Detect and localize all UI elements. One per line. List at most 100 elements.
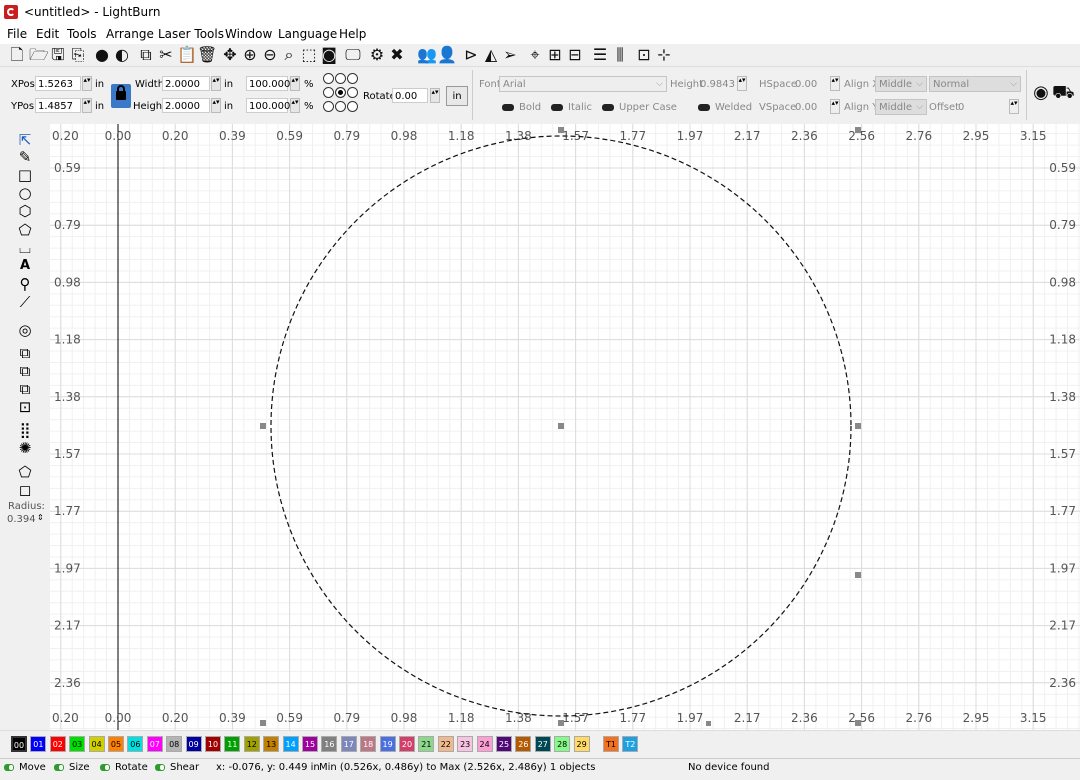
- layer-swatch-16[interactable]: 16: [321, 736, 338, 752]
- boolean-subtract-icon[interactable]: ⧉: [14, 362, 36, 380]
- layer-swatch-11[interactable]: 11: [224, 736, 241, 752]
- select-icon[interactable]: ⇱: [14, 131, 36, 149]
- anchor-top-right[interactable]: [347, 73, 358, 84]
- layer-swatch-t1[interactable]: T1: [603, 736, 619, 752]
- node-edit-icon[interactable]: ⬠: [14, 463, 36, 481]
- menu-file[interactable]: File: [7, 27, 27, 41]
- bold-toggle[interactable]: [502, 104, 514, 111]
- layer-swatch-06[interactable]: 06: [127, 736, 144, 752]
- flip-icon[interactable]: ◭: [482, 46, 500, 64]
- layer-swatch-01[interactable]: 01: [30, 736, 47, 752]
- settings-icon[interactable]: ⚙: [368, 46, 386, 64]
- delete-icon[interactable]: 🗑: [197, 46, 217, 64]
- mirror-icon[interactable]: ⊳: [462, 46, 480, 64]
- layer-swatch-10[interactable]: 10: [205, 736, 221, 752]
- radius-spinner[interactable]: ⇕: [37, 513, 44, 522]
- layer-swatch-14[interactable]: 14: [282, 736, 299, 752]
- radius-value[interactable]: 0.394: [7, 514, 36, 525]
- vspace-spinner[interactable]: ▴▾: [830, 99, 840, 114]
- menu-help[interactable]: Help: [339, 27, 366, 41]
- text-icon[interactable]: A: [14, 257, 36, 275]
- layer-swatch-13[interactable]: 13: [263, 736, 280, 752]
- anchor-bottom-left[interactable]: [323, 101, 334, 112]
- anchor-top-center[interactable]: [335, 73, 346, 84]
- menu-tools[interactable]: Tools: [67, 27, 97, 41]
- layer-swatch-t2[interactable]: T2: [622, 736, 639, 752]
- monitor-icon[interactable]: 🖵: [344, 46, 362, 64]
- width-input[interactable]: 2.0000: [162, 76, 210, 91]
- size-toggle[interactable]: [54, 764, 64, 771]
- grid-array-icon[interactable]: ⣿: [14, 421, 36, 439]
- polygon-icon[interactable]: ⬡: [14, 202, 36, 220]
- align-h-icon[interactable]: ⊟: [566, 46, 584, 64]
- lock-aspect-button[interactable]: [111, 84, 131, 108]
- design-canvas[interactable]: 0.00 0.20 0.39 0.59 0.79 0.98 1.18 1.38 1.57 1.77…: [50, 124, 1080, 730]
- array-icon[interactable]: ⊡: [635, 46, 653, 64]
- selection-handle-top-right[interactable]: [855, 127, 861, 133]
- rotate-spinner[interactable]: ▴▾: [430, 88, 440, 103]
- offset-value[interactable]: 0: [958, 102, 964, 113]
- layer-swatch-05[interactable]: 05: [108, 736, 124, 752]
- upper-case-toggle[interactable]: [602, 104, 614, 111]
- camera-capture-icon[interactable]: ◙: [320, 46, 338, 64]
- selection-handle-center[interactable]: [558, 423, 564, 429]
- anchor-top-left[interactable]: [323, 73, 334, 84]
- circular-array-icon[interactable]: ✺: [14, 439, 36, 457]
- selection-handle-skew[interactable]: [706, 721, 711, 726]
- layer-swatch-21[interactable]: 21: [418, 736, 435, 752]
- rotate-toggle[interactable]: [100, 764, 110, 771]
- ellipse-icon[interactable]: ○: [14, 184, 36, 202]
- height-percent-spinner[interactable]: ▴▾: [290, 98, 300, 113]
- menu-arrange[interactable]: Arrange: [106, 27, 154, 41]
- anchor-bottom-center[interactable]: [335, 101, 346, 112]
- target-icon[interactable]: ⌖: [526, 46, 544, 64]
- ypos-spinner[interactable]: ▴▾: [82, 98, 92, 113]
- menu-window[interactable]: Window: [225, 27, 272, 41]
- rectangle-icon[interactable]: □: [14, 166, 36, 184]
- width-percent-input[interactable]: 100.000: [246, 76, 290, 91]
- text-style-dropdown[interactable]: Normal ⌵: [929, 76, 1021, 92]
- move-toggle[interactable]: [4, 764, 14, 771]
- layer-swatch-04[interactable]: 04: [88, 736, 105, 752]
- font-dropdown[interactable]: Arial ⌵: [499, 76, 667, 92]
- layer-swatch-17[interactable]: 17: [340, 736, 357, 752]
- anchor-middle-left[interactable]: [323, 87, 334, 98]
- selection-handle-scale[interactable]: [855, 572, 861, 578]
- layer-swatch-22[interactable]: 22: [437, 736, 454, 752]
- layer-swatch-08[interactable]: 08: [166, 736, 183, 752]
- layer-swatch-03[interactable]: 03: [69, 736, 86, 752]
- height-percent-input[interactable]: 100.000: [246, 98, 290, 113]
- menu-language[interactable]: Language: [278, 27, 337, 41]
- layer-swatch-15[interactable]: 15: [302, 736, 318, 752]
- height-spinner[interactable]: ▴▾: [211, 98, 221, 113]
- menu-laser-tools[interactable]: Laser Tools: [158, 27, 224, 41]
- anchor-middle-right[interactable]: [347, 87, 358, 98]
- text-height-value[interactable]: 0.9843: [700, 79, 735, 90]
- text-height-spinner[interactable]: ▴▾: [737, 76, 747, 91]
- layer-swatch-26[interactable]: 26: [515, 736, 532, 752]
- width-percent-spinner[interactable]: ▴▾: [290, 76, 300, 91]
- rotate-input[interactable]: 0.00: [392, 88, 428, 103]
- hspace-spinner[interactable]: ▴▾: [830, 76, 840, 91]
- welded-toggle[interactable]: [698, 104, 710, 111]
- camera-device-icon[interactable]: ⛟: [1052, 84, 1075, 102]
- anchor-center[interactable]: [335, 87, 346, 98]
- measure-icon[interactable]: ⟋: [14, 293, 36, 311]
- save-icon[interactable]: 🖫: [49, 46, 67, 64]
- boolean-union-icon[interactable]: ⧉: [14, 344, 36, 362]
- italic-toggle[interactable]: [551, 104, 563, 111]
- user-icon[interactable]: 👤: [437, 46, 457, 64]
- open-icon[interactable]: 🗁: [29, 46, 49, 64]
- pentagon-icon[interactable]: ⬠: [14, 221, 36, 239]
- zoom-out-icon[interactable]: ⊖: [261, 46, 279, 64]
- layer-swatch-20[interactable]: 20: [399, 736, 415, 752]
- layer-swatch-07[interactable]: 07: [146, 736, 163, 752]
- xpos-spinner[interactable]: ▴▾: [82, 76, 92, 91]
- copy-icon[interactable]: ⧉: [137, 46, 155, 64]
- units-in-button[interactable]: in: [446, 86, 468, 106]
- layer-swatch-23[interactable]: 23: [457, 736, 474, 752]
- export-icon[interactable]: ⎘: [69, 46, 87, 64]
- offset-icon[interactable]: ◎: [14, 321, 36, 339]
- selection-handle-bottom[interactable]: [558, 720, 564, 726]
- camera-icon[interactable]: ◐: [113, 46, 131, 64]
